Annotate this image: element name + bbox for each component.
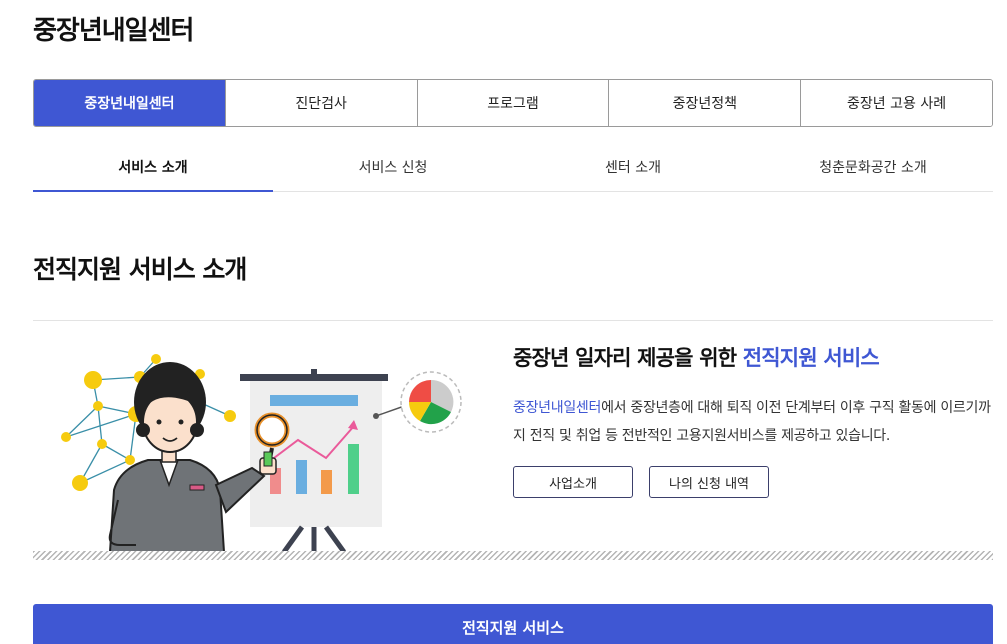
hatched-divider: [33, 551, 993, 560]
subtab-service-apply[interactable]: 서비스 신청: [273, 143, 513, 191]
tab-employment-cases[interactable]: 중장년 고용 사례: [800, 80, 992, 126]
tab-center[interactable]: 중장년내일센터: [34, 80, 225, 126]
action-buttons: 사업소개 나의 신청 내역: [513, 466, 769, 498]
service-heading-prefix: 중장년 일자리 제공을 위한: [513, 346, 743, 370]
tab-diagnosis[interactable]: 진단검사: [224, 80, 417, 126]
tab-policy[interactable]: 중장년정책: [608, 80, 801, 126]
business-intro-button[interactable]: 사업소개: [513, 466, 633, 498]
my-applications-button[interactable]: 나의 신청 내역: [649, 466, 769, 498]
subtab-center-intro[interactable]: 센터 소개: [513, 143, 753, 191]
service-description-center-name: 중장년내일센터: [513, 400, 602, 416]
transition-support-service-button[interactable]: 전직지원 서비스: [33, 604, 993, 644]
service-description: 중장년내일센터에서 중장년층에 대해 퇴직 이전 단계부터 이후 구직 활동에 …: [513, 394, 993, 450]
section-title: 전직지원 서비스 소개: [33, 255, 247, 284]
main-tab-bar: 중장년내일센터 진단검사 프로그램 중장년정책 중장년 고용 사례: [33, 79, 993, 127]
page-title: 중장년내일센터: [33, 16, 194, 46]
subtab-service-intro[interactable]: 서비스 소개: [33, 143, 273, 192]
section-divider: [33, 320, 993, 321]
subtab-youth-space-intro[interactable]: 청춘문화공간 소개: [753, 143, 993, 191]
sub-tab-bar: 서비스 소개 서비스 신청 센터 소개 청춘문화공간 소개: [33, 143, 993, 192]
service-heading: 중장년 일자리 제공을 위한 전직지원 서비스: [513, 342, 880, 372]
presentation-illustration: [61, 354, 462, 552]
tab-program[interactable]: 프로그램: [416, 80, 609, 126]
service-heading-accent: 전직지원 서비스: [742, 346, 880, 370]
